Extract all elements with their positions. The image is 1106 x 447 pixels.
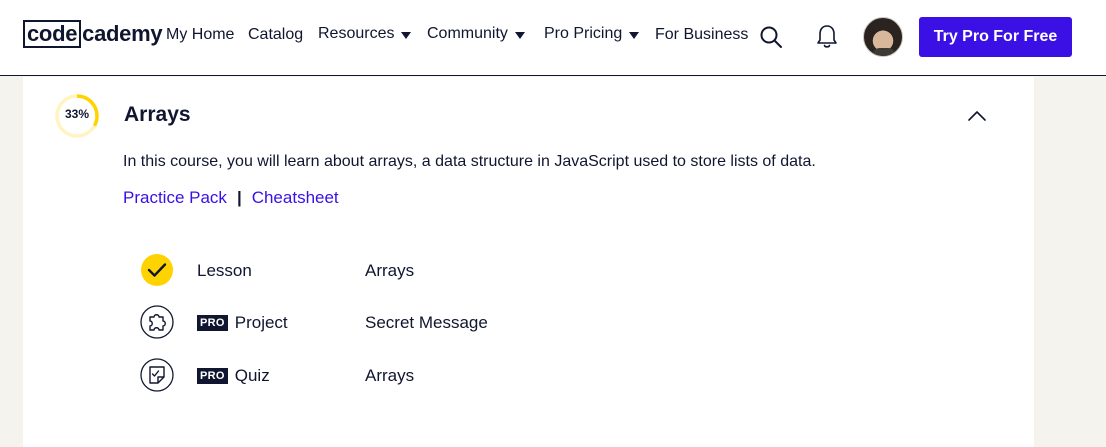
nav-pro-pricing[interactable]: Pro Pricing: [544, 25, 640, 43]
user-avatar[interactable]: [863, 17, 903, 57]
content-name[interactable]: Secret Message: [365, 313, 488, 333]
nav-community-label: Community: [427, 25, 508, 42]
check-icon: [141, 254, 173, 286]
nav-for-business-label: For Business: [655, 26, 749, 43]
try-pro-button[interactable]: Try Pro For Free: [919, 17, 1072, 57]
content-type: PRO Project: [197, 313, 288, 333]
content-row-quiz[interactable]: PRO Quiz Arrays: [140, 358, 740, 392]
caret-down-icon: [629, 31, 640, 39]
nav-catalog[interactable]: Catalog: [248, 26, 303, 44]
caret-down-icon: [401, 31, 412, 39]
content-row-project[interactable]: PRO Project Secret Message: [140, 305, 740, 339]
nav-for-business[interactable]: For Business: [655, 26, 748, 44]
cheatsheet-link[interactable]: Cheatsheet: [252, 188, 339, 208]
nav-pro-pricing-label: Pro Pricing: [544, 25, 623, 42]
chevron-up-icon[interactable]: [967, 109, 987, 127]
content-type: Lesson: [197, 261, 252, 281]
link-separator: |: [236, 188, 242, 207]
logo-rest-text: cademy: [82, 21, 163, 46]
nav-catalog-label: Catalog: [248, 26, 304, 43]
module-description: In this course, you will learn about arr…: [123, 153, 816, 170]
content-name[interactable]: Arrays: [365, 261, 414, 281]
quiz-icon: [140, 358, 174, 392]
top-navbar: code cademy My Home Catalog Resources Com…: [0, 0, 1106, 76]
nav-my-home-label: My Home: [166, 26, 235, 43]
content-row-lesson[interactable]: Lesson Arrays: [140, 253, 740, 287]
bell-icon[interactable]: [815, 24, 839, 55]
content-type: PRO Quiz: [197, 366, 270, 386]
module-links: Practice Pack | Cheatsheet: [123, 188, 339, 208]
puzzle-icon: [140, 305, 174, 339]
pro-badge: PRO: [197, 315, 228, 331]
pro-badge: PRO: [197, 368, 228, 384]
search-icon[interactable]: [759, 25, 783, 54]
nav-resources[interactable]: Resources: [318, 25, 412, 43]
logo-boxed-text: code: [23, 20, 82, 48]
content-type-label: Project: [234, 313, 288, 332]
caret-down-icon: [514, 31, 525, 39]
content-type-label: Quiz: [234, 366, 270, 385]
nav-my-home[interactable]: My Home: [166, 26, 234, 44]
progress-percent: 33%: [64, 107, 90, 121]
nav-community[interactable]: Community: [427, 25, 525, 43]
codecademy-logo[interactable]: code cademy: [23, 20, 163, 48]
module-title: Arrays: [124, 103, 191, 126]
practice-pack-link[interactable]: Practice Pack: [123, 188, 227, 208]
content-name[interactable]: Arrays: [365, 366, 414, 386]
module-card: 33% Arrays In this course, you will lear…: [23, 77, 1034, 447]
content-type-label: Lesson: [197, 261, 252, 280]
nav-resources-label: Resources: [318, 25, 395, 42]
